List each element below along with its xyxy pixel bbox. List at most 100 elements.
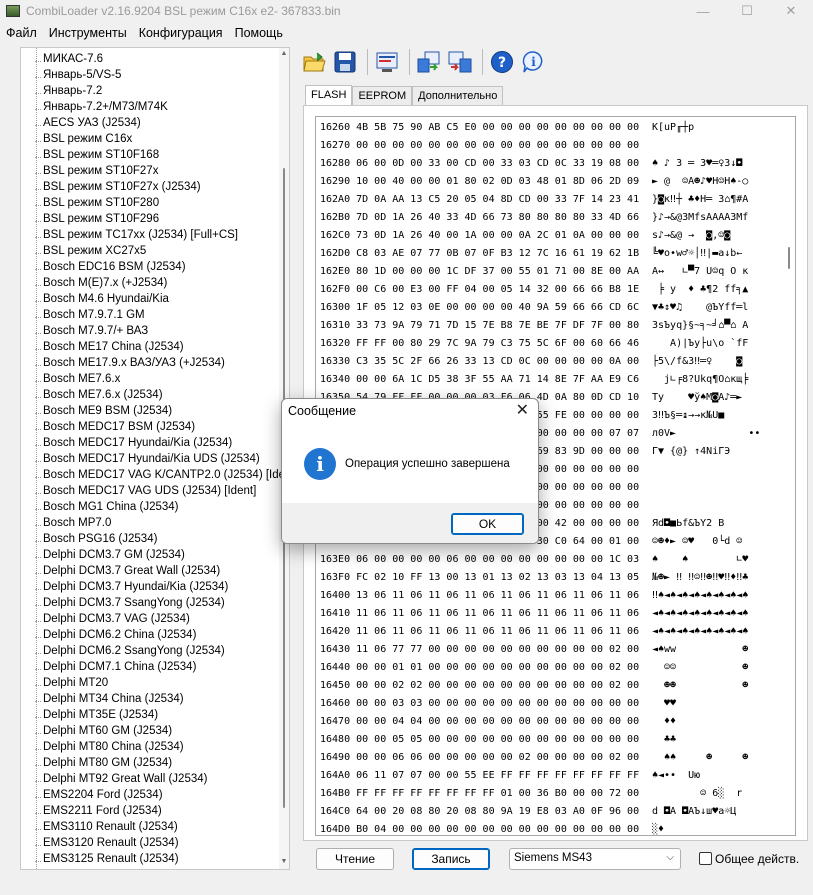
hex-row[interactable]: 164C0 64 00 20 08 80 20 08 80 9A 19 E8 0… [320,806,639,822]
write-ecu-button[interactable]: Запись [412,848,490,870]
tree-item[interactable]: Delphi DCM6.2 SsangYong (J2534) [35,645,225,661]
tree-item[interactable]: BSL режим ST10F280 [34,197,159,213]
hex-ascii[interactable]: 3sЪyq}§~╕~╛⌂▀⌂ А [652,320,748,336]
hex-ascii[interactable]: ♠♠ ☻ ☻ [652,752,748,768]
tree-item[interactable]: Delphi MT60 GM (J2534) [34,725,172,741]
hex-ascii[interactable]: ░♦ [652,824,664,835]
hex-ascii[interactable]: ♠ ♠ ∟♥ [652,554,748,570]
hex-row[interactable]: 162F0 00 C6 00 E3 00 FF 04 00 05 14 32 0… [320,284,639,300]
hex-row[interactable]: 164B0 FF FF FF FF FF FF FF FF 01 00 36 B… [320,788,639,804]
menu-help[interactable]: Помощь [229,23,289,43]
hex-ascii[interactable]: №☻► ‼ ‼☺‼☻‼♥‼♦‼♣ [652,572,748,588]
tree-item[interactable]: Bosch ME7.6.x [34,373,120,389]
tree-item[interactable]: Delphi DCM3.7 Great Wall (J2534) [34,565,220,581]
hex-row[interactable]: 163E0 06 00 00 00 00 06 00 00 00 00 00 0… [320,554,639,570]
tree-item[interactable]: Bosch MEDC17 Hyundai/Kia UDS (J2534) [35,453,260,469]
tree-item[interactable]: Delphi MT35E (J2534) [34,709,158,725]
tree-item[interactable]: BSL режим TC17xx (J2534) [Full+CS] [34,229,238,245]
tree-item[interactable]: EMS3110 Renault (J2534) [35,821,178,837]
hex-row[interactable]: 16410 11 06 11 06 11 06 11 06 11 06 11 0… [320,608,639,624]
hex-ascii[interactable]: 3‼Ъ§═↨→→к№U■ [652,410,724,426]
hex-row[interactable]: 16270 00 00 00 00 00 00 00 00 00 00 00 0… [320,140,639,156]
hex-row[interactable]: 16450 00 00 02 02 00 00 00 00 00 00 00 0… [320,680,639,696]
tree-item[interactable]: EMS3125 Renault (J2534) [35,853,179,869]
common-action-checkbox[interactable] [699,852,712,865]
open-button[interactable] [300,48,328,76]
hex-row[interactable]: 16340 00 00 6A 1C D5 38 3F 55 AA 71 14 8… [320,374,639,390]
hex-row[interactable]: 162D0 C8 03 AE 07 77 0B 07 0F B3 12 7C 1… [320,248,639,264]
hex-ascii[interactable]: K[uP╓┼р [652,122,694,138]
tree-item[interactable]: Bosch MEDC17 BSM (J2534) [34,421,195,437]
tree-item[interactable]: Bosch ME17 China (J2534) [35,341,184,357]
tree-item[interactable]: Delphi MT20 [34,677,108,693]
hex-row[interactable]: 16400 13 06 11 06 11 06 11 06 11 06 11 0… [320,590,639,606]
ecu-tree[interactable]: ▲ ▼ МИКАС-7.6 Январь-5/VS-5 Январь-7.2 Янва… [20,47,290,870]
hex-row[interactable]: 163F0 FC 02 10 FF 13 00 13 01 13 02 13 0… [320,572,639,588]
tab-eeprom[interactable]: EEPROM [352,86,413,105]
tree-item[interactable]: EMS2204 Ford (J2534) [35,789,163,805]
menu-tools[interactable]: Инструменты [43,23,133,43]
tree-item[interactable]: Delphi DCM3.7 SsangYong (J2534) [35,597,225,613]
hex-ascii[interactable]: ► @ ☺А☻♪♥H☺Н♠-○ [652,176,748,192]
hex-row[interactable]: 16320 FF FF 00 80 29 7C 9A 79 C3 75 5C 6… [320,338,639,354]
tree-item[interactable]: Январь-5/VS-5 [34,69,121,85]
hex-scrollbar[interactable] [784,117,794,835]
hex-ascii[interactable]: А)|Ъy├u\o `fF [652,338,748,354]
hex-ascii[interactable]: Г▼ {@} ↑4NiГЭ [652,446,730,462]
hex-row[interactable]: 16290 10 00 40 00 00 01 80 02 0D 03 48 0… [320,176,639,192]
save-button[interactable] [331,48,359,76]
hex-row[interactable]: 162C0 73 0D 1A 26 40 00 1A 00 00 0A 2C 0… [320,230,639,246]
hex-row[interactable]: 16260 4B 5B 75 90 AB C5 E0 00 00 00 00 0… [320,122,639,138]
hex-row[interactable]: 164D0 B0 04 00 00 00 00 00 00 00 00 00 0… [320,824,639,835]
tree-item[interactable]: BSL режим XC27x5 [34,245,146,261]
hex-ascii[interactable]: ♣♣ [652,734,676,750]
tree-item[interactable]: Delphi DCM7.1 China (J2534) [34,661,196,677]
hex-row[interactable]: 16490 00 00 06 06 00 00 00 00 00 02 00 0… [320,752,639,768]
hex-ascii[interactable]: ╞ у ♦ ♣¶2 ff╕▲ [652,284,748,300]
hex-row[interactable]: 16480 00 00 05 05 00 00 00 00 00 00 00 0… [320,734,639,750]
menu-configuration[interactable]: Конфигурация [133,23,229,43]
hex-ascii[interactable]: ♠◄•• Uю [652,770,700,786]
hex-ascii[interactable]: Ty ♥ў♠M◙А♪═► [652,392,742,408]
hex-scroll-thumb[interactable] [788,247,790,269]
read-ecu-button[interactable]: Чтение [316,848,394,870]
tree-item[interactable]: Bosch M7.9.7.1 GM [35,309,145,325]
tree-item[interactable]: Bosch ME17.9.x ВАЗ/УАЗ (+J2534) [35,357,225,373]
hex-ascii[interactable]: ♥♥ [652,698,676,714]
edit-button[interactable] [373,48,401,76]
hex-ascii[interactable]: ☺☻♦► ☺♥ 0└d ☺ [652,536,742,552]
hex-ascii[interactable]: л0V► •• [652,428,760,444]
tree-item[interactable]: BSL режим ST10F296 [34,213,159,229]
hex-ascii[interactable]: ├5\/f&3‼═♀ ◙ [652,356,742,372]
tree-item[interactable]: AECS УАЗ (J2534) [35,117,141,133]
hex-ascii[interactable]: ‼♠◄♠◄♠◄♠◄♠◄♠◄♠◄♠ [652,590,748,606]
hex-ascii[interactable]: }◙к‼┼ ♣♦Н═ 3⌂¶#A [652,194,748,210]
tree-item[interactable]: Delphi DCM3.7 VAG (J2534) [35,613,190,629]
tree-item[interactable]: Bosch M(E)7.x (+J2534) [34,277,167,293]
tree-item[interactable]: Bosch ME7.6.x (J2534) [35,389,163,405]
tree-item[interactable]: Январь-7.2+/M73/M74K [35,101,168,117]
hex-row[interactable]: 164A0 06 11 07 07 00 00 55 EE FF FF FF F… [320,770,639,786]
hex-row[interactable]: 16470 00 00 04 04 00 00 00 00 00 00 00 0… [320,716,639,732]
hex-row[interactable]: 16300 1F 05 12 03 0E 00 00 00 00 40 9A 5… [320,302,639,318]
tree-item[interactable]: Bosch ME9 BSM (J2534) [34,405,172,421]
hex-row[interactable]: 16280 06 00 0D 00 33 00 CD 00 33 03 CD 0… [320,158,639,174]
hex-ascii[interactable]: А↔ ∟▀7 U☺q О к [652,266,748,282]
tree-item[interactable]: Delphi DCM3.7 GM (J2534) [35,549,185,565]
hex-ascii[interactable]: ♠ ♪ 3 ═ 3♥═♀3↓◘ [652,158,742,174]
tree-item[interactable]: Январь-7.2 [34,85,102,101]
hex-ascii[interactable]: ♦♦ [652,716,676,732]
tree-item[interactable]: BSL режим ST10F27x (J2534) [35,181,201,197]
tree-item[interactable]: Delphi MT80 China (J2534) [35,741,184,757]
close-window-button[interactable]: ✕ [769,0,813,22]
hex-ascii[interactable]: d ◘А ◘АЪ↓ш♥а☼Ц [652,806,736,822]
minimize-button[interactable]: — [681,0,725,22]
tree-item[interactable]: BSL режим C16x [34,133,132,149]
tree-item[interactable]: Delphi MT80 GM (J2534) [34,757,172,773]
hex-ascii[interactable]: ☺ 6░ r [652,788,742,804]
hex-row[interactable]: 162E0 80 1D 00 00 00 1C DF 37 00 55 01 7… [320,266,639,282]
hex-ascii[interactable]: ╚♥о•w♂☼│‼|▬a↓b← [652,248,742,264]
hex-ascii[interactable]: ☺☺ ☻ [652,662,748,678]
tree-item[interactable]: Bosch MEDC17 Hyundai/Kia (J2534) [34,437,232,453]
maximize-button[interactable]: ☐ [725,0,769,22]
